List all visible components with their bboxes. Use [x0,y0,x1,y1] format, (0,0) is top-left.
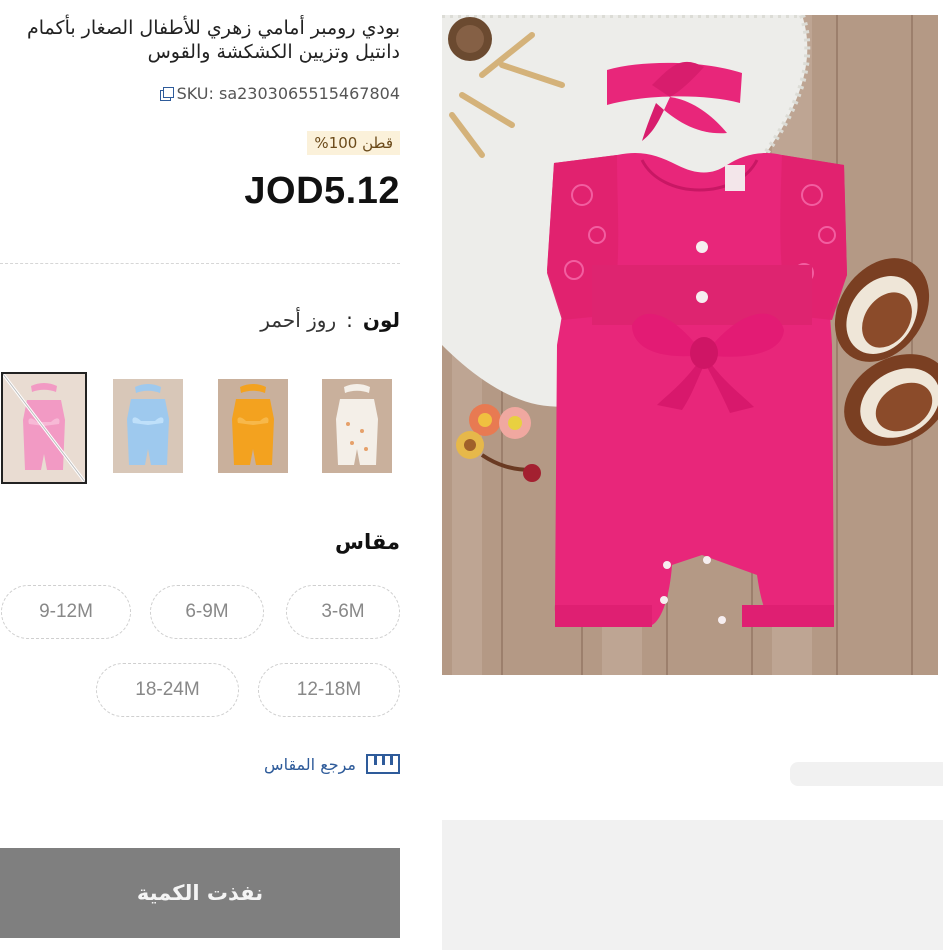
sold-out-button: نفذت الكمية [0,848,400,938]
color-label: لون [362,308,400,332]
color-swatch-white[interactable] [322,379,392,473]
product-main-image[interactable] [442,15,938,675]
ruler-icon [366,754,400,774]
divider [0,263,400,264]
product-title-line-1: بودي رومبر أمامي زهري للأطفال الصغار بأك… [26,17,400,39]
color-swatch-pink[interactable] [1,372,87,484]
size-label: مقاس [335,530,400,554]
product-price: JOD5.12 [244,170,400,212]
product-title: بودي رومبر أمامي زهري للأطفال الصغار بأك… [0,16,400,64]
sku-text: SKU: sa2303065515467804 [176,84,400,103]
size-option-12-18m[interactable]: 12-18M [258,663,400,717]
size-option-18-24m[interactable]: 18-24M [96,663,239,717]
product-title-line-2: دانتيل وتزيين الكشكشة والقوس [147,41,400,63]
color-separator: : [346,308,353,332]
size-option-9-12m[interactable]: 9-12M [1,585,131,639]
size-option-6-9m[interactable]: 6-9M [150,585,264,639]
size-guide-label: مرجع المقاس [264,754,356,774]
color-swatch-orange[interactable] [218,379,288,473]
material-badge: قطن 100% [307,131,400,155]
color-swatch-blue[interactable] [113,379,183,473]
copy-icon[interactable] [159,87,174,101]
size-option-3-6m[interactable]: 3-6M [286,585,400,639]
secondary-image-placeholder [442,820,943,950]
image-slider-track[interactable] [790,762,943,786]
sku-row: SKU: sa2303065515467804 [159,84,400,103]
color-selection-header: لون : روز أحمر [260,308,400,332]
size-guide-link[interactable]: مرجع المقاس [264,754,400,774]
selected-color-value: روز أحمر [260,308,337,332]
